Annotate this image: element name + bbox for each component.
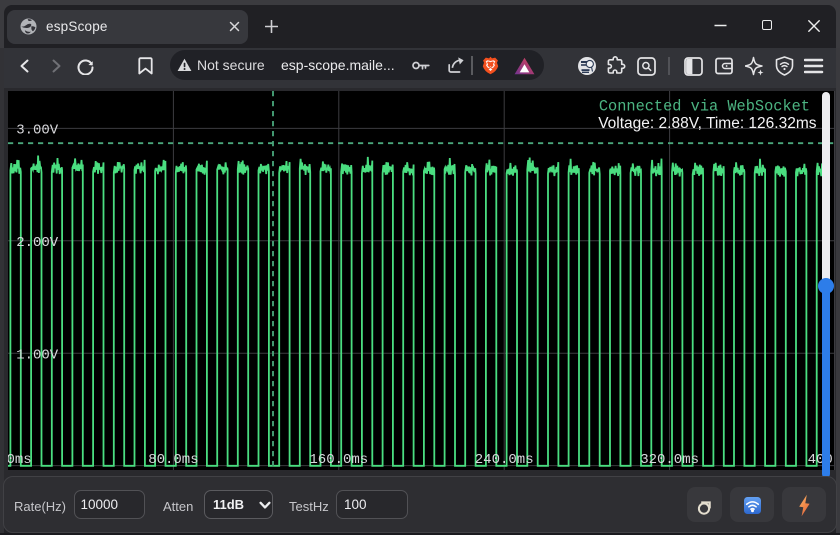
svg-text:240.0ms: 240.0ms xyxy=(475,452,534,468)
svg-text:Voltage: 2.88V, Time: 126.32ms: Voltage: 2.88V, Time: 126.32ms xyxy=(598,115,817,132)
svg-text:80.0ms: 80.0ms xyxy=(148,452,198,468)
svg-text:0ms: 0ms xyxy=(8,452,32,468)
svg-text:160.0ms: 160.0ms xyxy=(309,452,368,468)
svg-text:1.00V: 1.00V xyxy=(16,347,59,363)
svg-text:320.0ms: 320.0ms xyxy=(640,452,699,468)
svg-text:2.00V: 2.00V xyxy=(16,235,59,251)
svg-text:3.00V: 3.00V xyxy=(16,123,59,139)
svg-text:Connected via WebSocket: Connected via WebSocket xyxy=(599,98,810,116)
